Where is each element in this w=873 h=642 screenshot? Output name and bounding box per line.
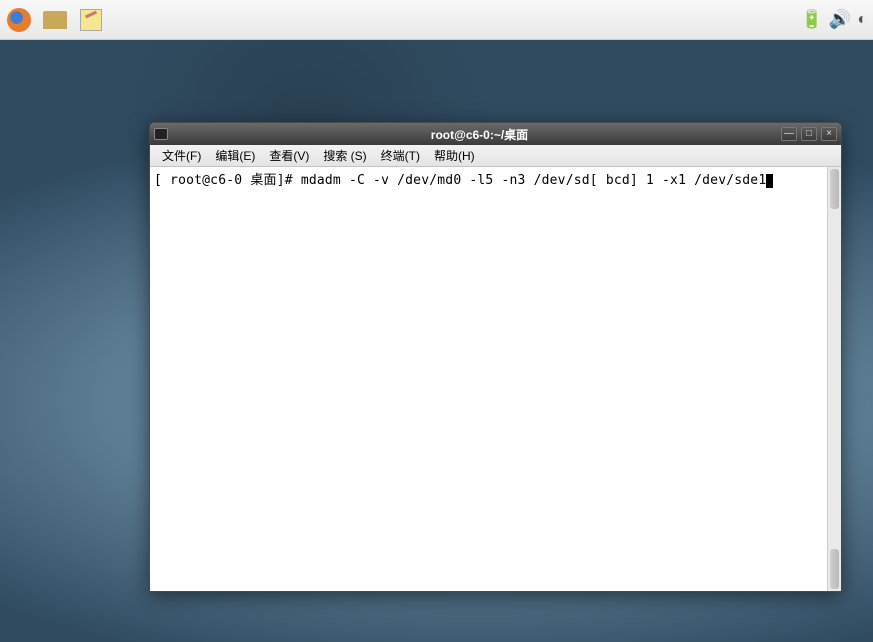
menu-view[interactable]: 查看(V) [263, 145, 315, 166]
firefox-launcher[interactable] [6, 7, 32, 33]
notes-launcher[interactable] [78, 7, 104, 33]
terminal-content[interactable]: [ root@c6-0 桌面]# mdadm -C -v /dev/md0 -l… [150, 167, 841, 591]
speaker-icon[interactable]: 🔊 [829, 9, 851, 30]
files-launcher[interactable] [42, 7, 68, 33]
desktop-background: root@c6-0:~/桌面 — □ × 文件(F) 编辑(E) 查看(V) 搜… [0, 40, 873, 642]
menu-edit[interactable]: 编辑(E) [209, 145, 261, 166]
firefox-icon [7, 8, 31, 32]
maximize-button[interactable]: □ [801, 127, 817, 141]
close-button[interactable]: × [821, 127, 837, 141]
folder-icon [43, 11, 67, 29]
battery-icon[interactable]: 🔋 [800, 9, 822, 30]
window-controls: — □ × [781, 127, 837, 141]
terminal-menubar: 文件(F) 编辑(E) 查看(V) 搜索 (S) 终端(T) 帮助(H) [150, 145, 841, 167]
scroll-thumb-bottom[interactable] [830, 549, 839, 589]
menu-help[interactable]: 帮助(H) [428, 145, 481, 166]
panel-launchers [6, 7, 104, 33]
notes-icon [80, 9, 102, 31]
menu-search[interactable]: 搜索 (S) [317, 145, 372, 166]
terminal-scrollbar[interactable] [827, 167, 841, 591]
panel-tray: 🔋 🔊 ◐ [800, 9, 867, 30]
menu-terminal[interactable]: 终端(T) [375, 145, 426, 166]
titlebar-app-icon [154, 128, 178, 140]
terminal-command: mdadm -C -v /dev/md0 -l5 -n3 /dev/sd[ bc… [301, 173, 767, 188]
terminal-window: root@c6-0:~/桌面 — □ × 文件(F) 编辑(E) 查看(V) 搜… [149, 122, 842, 592]
gnome-top-panel: 🔋 🔊 ◐ [0, 0, 873, 40]
minimize-button[interactable]: — [781, 127, 797, 141]
terminal-icon [154, 128, 168, 140]
window-title: root@c6-0:~/桌面 [178, 126, 781, 143]
session-icon[interactable]: ◐ [857, 11, 867, 29]
terminal-prompt: [ root@c6-0 桌面]# [154, 173, 301, 188]
scroll-thumb-top[interactable] [830, 169, 839, 209]
menu-file[interactable]: 文件(F) [156, 145, 207, 166]
window-titlebar[interactable]: root@c6-0:~/桌面 — □ × [150, 123, 841, 145]
terminal-cursor [766, 174, 773, 188]
